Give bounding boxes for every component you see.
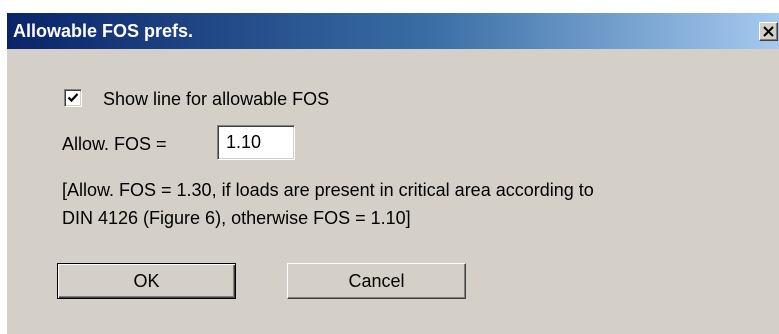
allowable-fos-dialog: Allowable FOS prefs. Show line for allow… — [6, 12, 779, 334]
show-line-label[interactable]: Show line for allowable FOS — [103, 88, 329, 110]
dialog-title: Allowable FOS prefs. — [13, 21, 194, 41]
checkmark-icon — [67, 93, 79, 103]
show-line-checkbox[interactable] — [64, 89, 82, 107]
cancel-button[interactable]: Cancel — [287, 263, 466, 299]
close-button[interactable] — [759, 22, 778, 41]
fos-note-line-2: DIN 4126 (Figure 6), otherwise FOS = 1.1… — [62, 208, 411, 228]
close-icon — [763, 26, 774, 37]
allow-fos-label: Allow. FOS = — [62, 134, 167, 154]
ok-button[interactable]: OK — [57, 263, 236, 299]
title-bar[interactable]: Allowable FOS prefs. — [7, 13, 779, 49]
allow-fos-input[interactable] — [217, 125, 295, 160]
fos-note-line-1: [Allow. FOS = 1.30, if loads are present… — [62, 180, 594, 200]
